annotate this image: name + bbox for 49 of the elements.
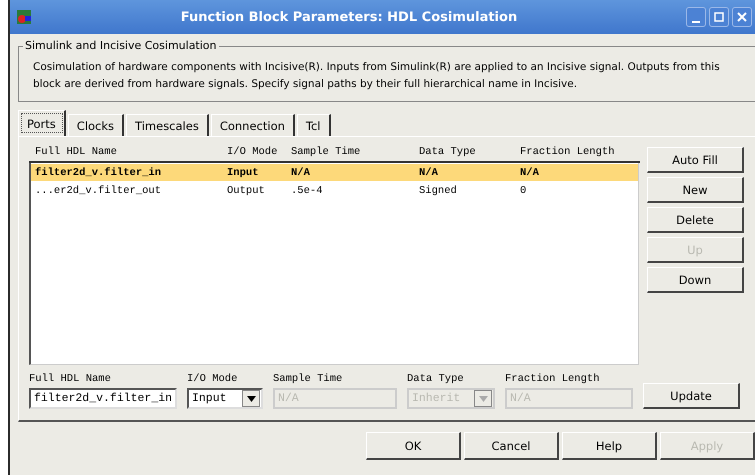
app-icon bbox=[16, 9, 32, 25]
maximize-button[interactable] bbox=[709, 7, 729, 27]
dropdown[interactable]: Input bbox=[187, 388, 263, 409]
side-button[interactable]: New bbox=[647, 177, 744, 203]
side-button[interactable]: Auto Fill bbox=[647, 147, 744, 173]
update-button[interactable]: Update bbox=[643, 383, 740, 409]
column-header: Full HDL Name bbox=[35, 146, 118, 158]
table-cell-text: Input bbox=[227, 166, 260, 178]
minimize-button[interactable] bbox=[686, 7, 706, 27]
table-cell-text: 0 bbox=[520, 184, 528, 196]
description: Cosimulation of hardware components with Incisive(R). Inputs from Simulink(R) are applied to an Incisive signal. Outputs from this block are derived from hardware signals. Specify signal paths by their full hierarchical name in Incisive. bbox=[33, 60, 721, 92]
column-header: Sample Time bbox=[291, 146, 362, 158]
table-cell-text: filter2d_v.filter_in bbox=[35, 166, 162, 178]
side-button[interactable]: Down bbox=[647, 267, 744, 293]
table-cell-text: N/A bbox=[520, 166, 540, 178]
minimize-icon bbox=[692, 21, 700, 23]
column-header: Data Type bbox=[419, 146, 477, 158]
maximize-icon bbox=[713, 11, 725, 23]
field-label: Fraction Length bbox=[505, 373, 601, 385]
caret-icon bbox=[242, 390, 260, 407]
column-header: I/O Mode bbox=[227, 146, 278, 158]
tab[interactable]: Connection bbox=[210, 114, 295, 136]
field-label: I/O Mode bbox=[187, 373, 238, 385]
field-label: Sample Time bbox=[273, 373, 344, 385]
close-button[interactable] bbox=[732, 7, 752, 27]
group-title: Simulink and Incisive Cosimulation bbox=[23, 39, 219, 52]
tab[interactable]: Tcl bbox=[296, 114, 330, 136]
tab[interactable]: Clocks bbox=[68, 114, 124, 136]
side-button[interactable]: Delete bbox=[647, 207, 744, 233]
table-cell-text: ...er2d_v.filter_out bbox=[35, 184, 162, 196]
dialog-button[interactable]: Help bbox=[562, 432, 657, 460]
table-cell-text: N/A bbox=[291, 166, 311, 178]
table-row[interactable]: ...er2d_v.filter_out Output .5e-4 Signed 0 bbox=[31, 182, 638, 199]
dialog-button[interactable]: Cancel bbox=[464, 432, 559, 460]
tab[interactable]: Timescales bbox=[126, 114, 209, 136]
table-cell-text: .5e-4 bbox=[291, 184, 324, 196]
field-label: Full HDL Name bbox=[29, 373, 112, 385]
tab[interactable]: Ports bbox=[18, 110, 66, 136]
table-cell-text: N/A bbox=[419, 166, 439, 178]
caret-icon bbox=[474, 390, 492, 407]
close-icon bbox=[736, 11, 748, 23]
table-cell-text: Output bbox=[227, 184, 266, 196]
table-row[interactable]: filter2d_v.filter_in Input N/A N/A N/A bbox=[31, 164, 638, 181]
dialog-button[interactable]: OK bbox=[366, 432, 461, 460]
column-header: Fraction Length bbox=[520, 146, 616, 158]
field-label: Data Type bbox=[407, 373, 465, 385]
window-title: Function Block Parameters: HDL Cosimulation bbox=[180, 10, 518, 24]
input-field[interactable]: filter2d_v.filter_in bbox=[29, 388, 177, 409]
table-cell-text: Signed bbox=[419, 184, 458, 196]
